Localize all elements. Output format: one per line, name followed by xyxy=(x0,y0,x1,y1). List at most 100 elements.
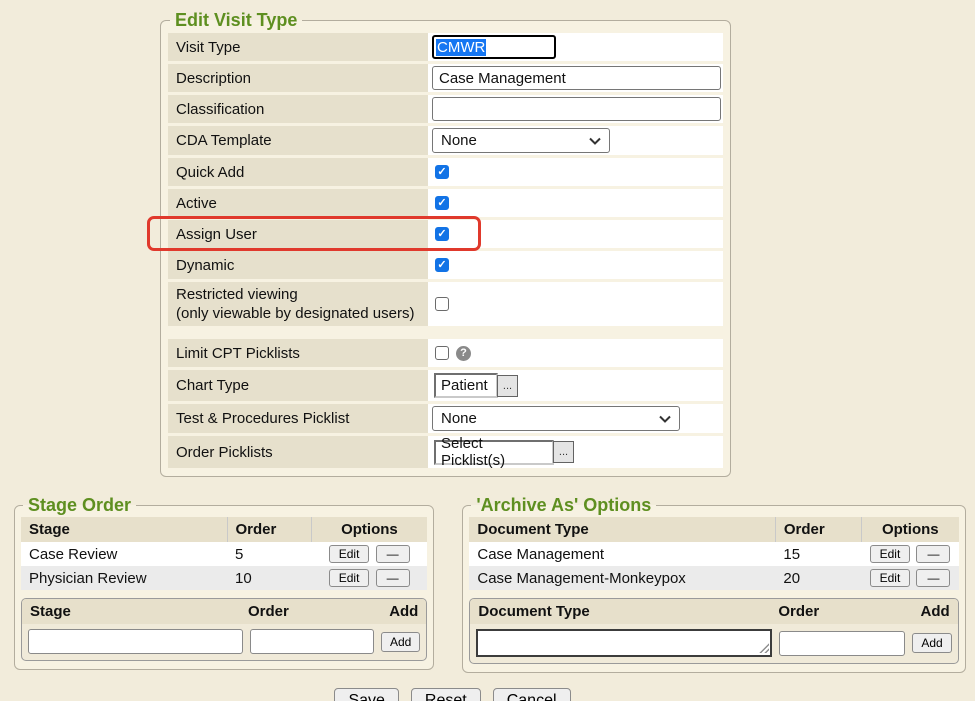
document-type-cell: Case Management-Monkeypox xyxy=(469,566,775,590)
cancel-button[interactable]: Cancel xyxy=(493,688,571,701)
stage-add-box: Stage Order Add Add xyxy=(21,598,427,661)
order-picklists-browse-button[interactable]: ... xyxy=(553,441,574,463)
order-column-header: Order xyxy=(775,517,861,542)
edit-button[interactable]: Edit xyxy=(870,569,911,587)
edit-button[interactable]: Edit xyxy=(870,545,911,563)
active-row: Active xyxy=(168,189,723,217)
add-stage-button[interactable]: Add xyxy=(381,632,420,652)
add-order-header: Order xyxy=(778,603,920,620)
assign-user-label: Assign User xyxy=(168,220,428,248)
order-cell: 15 xyxy=(775,542,861,566)
limit-cpt-label: Limit CPT Picklists xyxy=(168,339,428,367)
stage-order-table: Stage Order Options Case Review 5 Edit —… xyxy=(21,517,427,590)
archive-as-legend: 'Archive As' Options xyxy=(471,495,656,516)
order-cell: 20 xyxy=(775,566,861,590)
stage-column-header: Stage xyxy=(21,517,227,542)
description-row: Description xyxy=(168,64,723,92)
order-picklists-row: Order Picklists Select Picklist(s) ... xyxy=(168,436,723,468)
save-button[interactable]: Save xyxy=(334,688,398,701)
test-procedures-selected-value: None xyxy=(441,410,477,427)
cda-template-row: CDA Template None xyxy=(168,126,723,155)
new-document-type-textarea[interactable] xyxy=(476,629,772,657)
assign-user-checkbox[interactable] xyxy=(435,227,449,241)
chart-type-row: Chart Type Patient ... xyxy=(168,370,723,401)
classification-label: Classification xyxy=(168,95,428,123)
active-label: Active xyxy=(168,189,428,217)
remove-button[interactable]: — xyxy=(916,569,950,587)
remove-button[interactable]: — xyxy=(376,569,410,587)
archive-as-panel: 'Archive As' Options Document Type Order… xyxy=(462,495,965,673)
restricted-viewing-sublabel: (only viewable by designated users) xyxy=(176,304,426,323)
quick-add-checkbox[interactable] xyxy=(435,165,449,179)
options-column-header: Options xyxy=(311,517,427,542)
new-archive-order-input[interactable] xyxy=(779,631,905,656)
assign-user-row: Assign User xyxy=(168,220,723,248)
chart-type-label: Chart Type xyxy=(168,370,428,401)
test-procedures-label: Test & Procedures Picklist xyxy=(168,404,428,433)
add-stage-header: Stage xyxy=(30,603,248,620)
new-stage-order-input[interactable] xyxy=(250,629,374,654)
test-procedures-select[interactable]: None xyxy=(432,406,680,431)
cda-template-selected-value: None xyxy=(441,132,477,149)
table-row: Case Review 5 Edit — xyxy=(21,542,427,566)
add-column-header: Add xyxy=(921,603,950,620)
edit-visit-type-panel: Edit Visit Type Visit Type CMWR Descript… xyxy=(160,10,731,477)
dynamic-label: Dynamic xyxy=(168,251,428,279)
bottom-panels: Stage Order Stage Order Options Case Rev… xyxy=(14,495,975,673)
restricted-viewing-row: Restricted viewing (only viewable by des… xyxy=(168,282,723,326)
add-column-header: Add xyxy=(389,603,418,620)
table-row: Physician Review 10 Edit — xyxy=(21,566,427,590)
resize-grip-icon[interactable] xyxy=(759,643,769,653)
stage-cell: Physician Review xyxy=(21,566,227,590)
row-spacer xyxy=(168,329,723,336)
chart-type-input[interactable]: Patient xyxy=(434,373,498,398)
order-picklists-input[interactable]: Select Picklist(s) xyxy=(434,440,554,465)
cda-template-label: CDA Template xyxy=(168,126,428,155)
dynamic-checkbox[interactable] xyxy=(435,258,449,272)
visit-type-input[interactable]: CMWR xyxy=(432,35,556,59)
order-picklists-label: Order Picklists xyxy=(168,436,428,468)
reset-button[interactable]: Reset xyxy=(411,688,481,701)
table-row: Case Management-Monkeypox 20 Edit — xyxy=(469,566,958,590)
classification-input[interactable] xyxy=(432,97,721,121)
edit-visit-type-legend: Edit Visit Type xyxy=(170,10,302,31)
dynamic-row: Dynamic xyxy=(168,251,723,279)
description-label: Description xyxy=(168,64,428,92)
order-column-header: Order xyxy=(227,517,311,542)
classification-row: Classification xyxy=(168,95,723,123)
order-picklists-value: Select Picklist(s) xyxy=(441,435,547,469)
add-document-type-header: Document Type xyxy=(478,603,778,620)
footer-buttons: Save Reset Cancel xyxy=(0,688,975,701)
cda-template-select[interactable]: None xyxy=(432,128,610,153)
edit-button[interactable]: Edit xyxy=(329,545,370,563)
new-stage-input[interactable] xyxy=(28,629,243,654)
edit-button[interactable]: Edit xyxy=(329,569,370,587)
remove-button[interactable]: — xyxy=(916,545,950,563)
quick-add-label: Quick Add xyxy=(168,158,428,186)
archive-add-box: Document Type Order Add Add xyxy=(469,598,958,664)
restricted-viewing-checkbox[interactable] xyxy=(435,297,449,311)
document-type-column-header: Document Type xyxy=(469,517,775,542)
archive-as-table: Document Type Order Options Case Managem… xyxy=(469,517,958,590)
visit-type-row: Visit Type CMWR xyxy=(168,33,723,61)
chart-type-browse-button[interactable]: ... xyxy=(497,375,518,397)
limit-cpt-row: Limit CPT Picklists ? xyxy=(168,339,723,367)
remove-button[interactable]: — xyxy=(376,545,410,563)
stage-cell: Case Review xyxy=(21,542,227,566)
test-procedures-row: Test & Procedures Picklist None xyxy=(168,404,723,433)
order-cell: 5 xyxy=(227,542,311,566)
limit-cpt-checkbox[interactable] xyxy=(435,346,449,360)
visit-type-selected-text: CMWR xyxy=(436,39,486,56)
description-input[interactable] xyxy=(432,66,721,90)
add-order-header: Order xyxy=(248,603,389,620)
stage-order-panel: Stage Order Stage Order Options Case Rev… xyxy=(14,495,434,670)
options-column-header: Options xyxy=(861,517,958,542)
chevron-down-icon xyxy=(659,415,671,423)
active-checkbox[interactable] xyxy=(435,196,449,210)
order-cell: 10 xyxy=(227,566,311,590)
chevron-down-icon xyxy=(589,137,601,145)
help-icon[interactable]: ? xyxy=(456,346,471,361)
stage-order-legend: Stage Order xyxy=(23,495,136,516)
add-archive-button[interactable]: Add xyxy=(912,633,951,653)
restricted-viewing-label: Restricted viewing xyxy=(176,285,426,304)
